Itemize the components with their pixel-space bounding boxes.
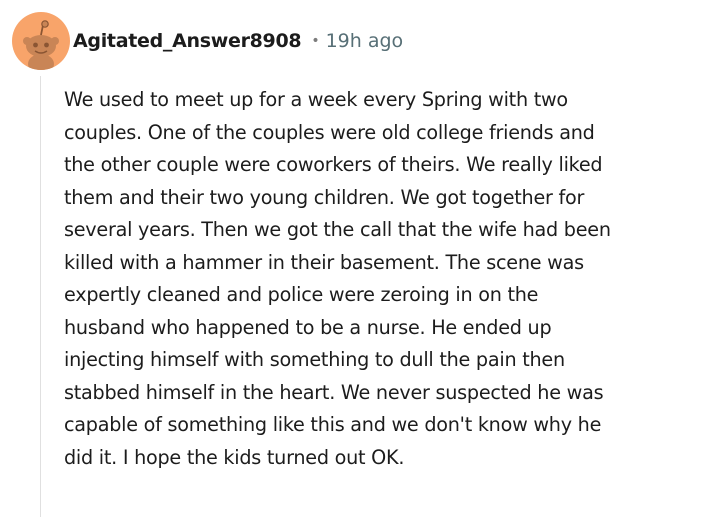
comment-body-line: injecting himself with something to dull… — [64, 348, 565, 371]
comment-body-line: expertly cleaned and police were zeroing… — [64, 283, 539, 306]
author-username[interactable]: Agitated_Answer8908 — [73, 30, 302, 52]
snoo-avatar-icon — [23, 20, 59, 70]
avatar[interactable] — [12, 12, 70, 70]
comment-body-line: We used to meet up for a week every Spri… — [64, 88, 568, 111]
comment-body-line: husband who happened to be a nurse. He e… — [64, 315, 552, 339]
comment-body-line: did it. I hope the kids turned out OK. — [64, 445, 405, 469]
comment-body: We used to meet up for a week every Spri… — [64, 84, 709, 474]
comment-body-line: couples. One of the couples were old col… — [64, 120, 595, 144]
comment: Agitated_Answer8908 • 19h ago We used to… — [0, 0, 709, 517]
comment-body-line: several years. Then we got the call that… — [64, 218, 611, 241]
comment-timestamp[interactable]: 19h ago — [326, 30, 404, 52]
meta-separator: • — [311, 33, 320, 49]
comment-header: Agitated_Answer8908 • 19h ago — [12, 12, 403, 70]
comment-body-line: them and their two young children. We go… — [64, 185, 585, 209]
comment-body-line: capable of something like this and we do… — [64, 413, 602, 436]
comment-body-line: stabbed himself in the heart. We never s… — [64, 380, 604, 404]
thread-line[interactable] — [40, 76, 41, 517]
comment-body-line: the other couple were coworkers of their… — [64, 153, 603, 176]
comment-body-line: killed with a hammer in their basement. … — [64, 250, 584, 274]
